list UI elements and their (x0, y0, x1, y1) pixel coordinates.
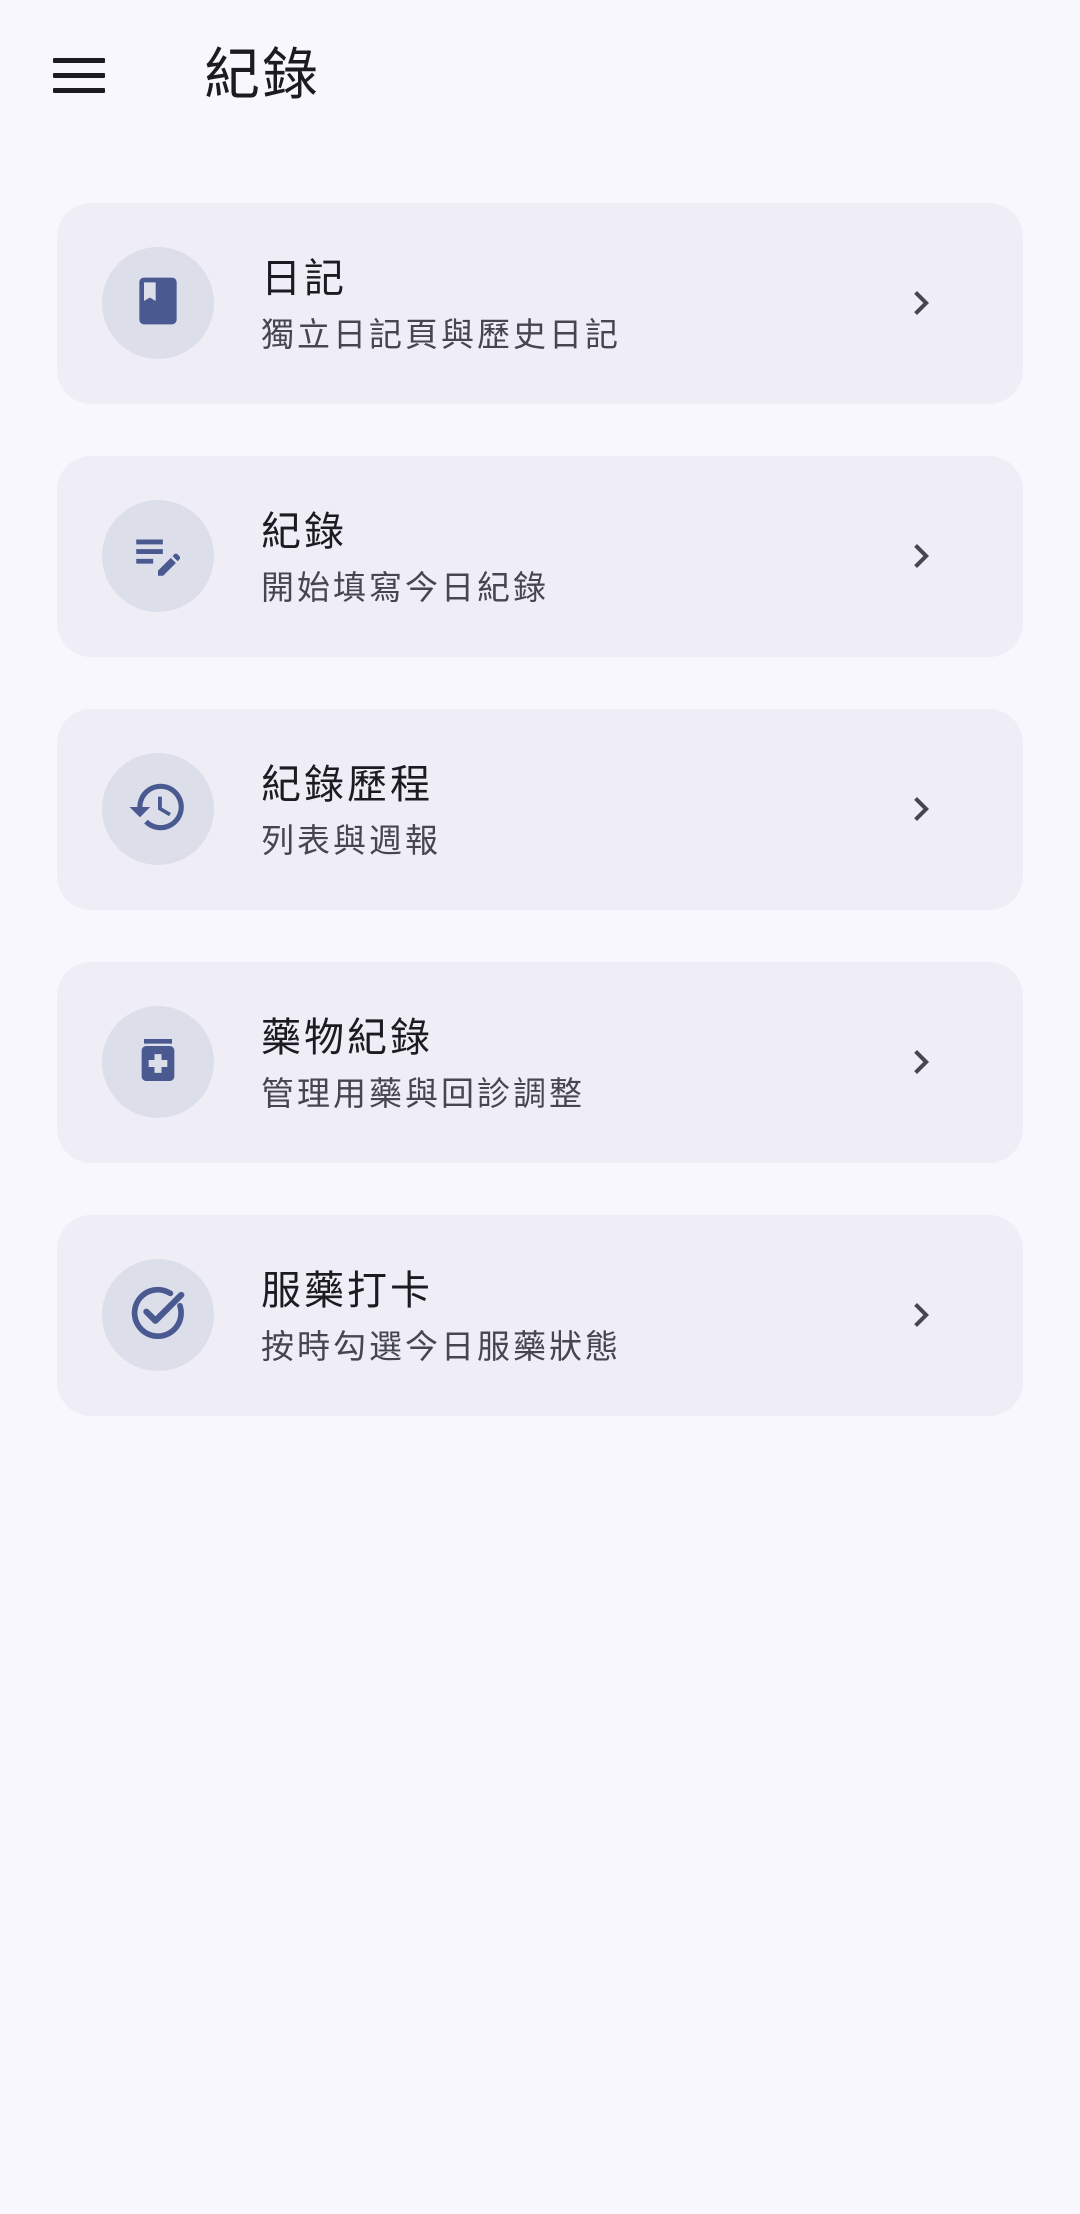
history-icon (127, 776, 189, 842)
card-title: 紀錄 (261, 509, 347, 555)
card-title: 紀錄歷程 (261, 762, 433, 808)
chevron-right-icon (897, 785, 945, 833)
icon-circle (102, 753, 214, 865)
medication-icon (130, 1032, 186, 1092)
icon-circle (102, 500, 214, 612)
card-record-history[interactable]: 紀錄歷程 列表與週報 (57, 709, 1023, 910)
card-subtitle: 開始填寫今日紀錄 (261, 568, 549, 607)
icon-circle (102, 247, 214, 359)
card-title: 服藥打卡 (261, 1268, 433, 1314)
menu-icon (53, 57, 105, 99)
card-list: 日記 獨立日記頁與歷史日記 紀錄 開始填寫今日紀錄 紀錄歷程 列表與週報 藥物紀… (57, 203, 1023, 1468)
page-title: 紀錄 (204, 43, 320, 108)
card-subtitle: 獨立日記頁與歷史日記 (261, 315, 621, 354)
bookmark-book-icon (130, 273, 186, 333)
icon-circle (102, 1259, 214, 1371)
card-subtitle: 列表與週報 (261, 821, 441, 860)
card-record[interactable]: 紀錄 開始填寫今日紀錄 (57, 456, 1023, 657)
top-app-bar: 紀錄 (0, 0, 1080, 150)
chevron-right-icon (897, 1038, 945, 1086)
card-subtitle: 按時勾選今日服藥狀態 (261, 1327, 621, 1366)
card-subtitle: 管理用藥與回診調整 (261, 1074, 585, 1113)
edit-note-icon (129, 525, 187, 587)
card-title: 藥物紀錄 (261, 1015, 433, 1061)
chevron-right-icon (897, 1291, 945, 1339)
card-diary[interactable]: 日記 獨立日記頁與歷史日記 (57, 203, 1023, 404)
chevron-right-icon (897, 279, 945, 327)
icon-circle (102, 1006, 214, 1118)
menu-button[interactable] (40, 44, 118, 112)
card-medication-checkin[interactable]: 服藥打卡 按時勾選今日服藥狀態 (57, 1215, 1023, 1416)
card-medication-record[interactable]: 藥物紀錄 管理用藥與回診調整 (57, 962, 1023, 1163)
chevron-right-icon (897, 532, 945, 580)
check-circle-icon (127, 1282, 189, 1348)
card-title: 日記 (261, 256, 347, 302)
